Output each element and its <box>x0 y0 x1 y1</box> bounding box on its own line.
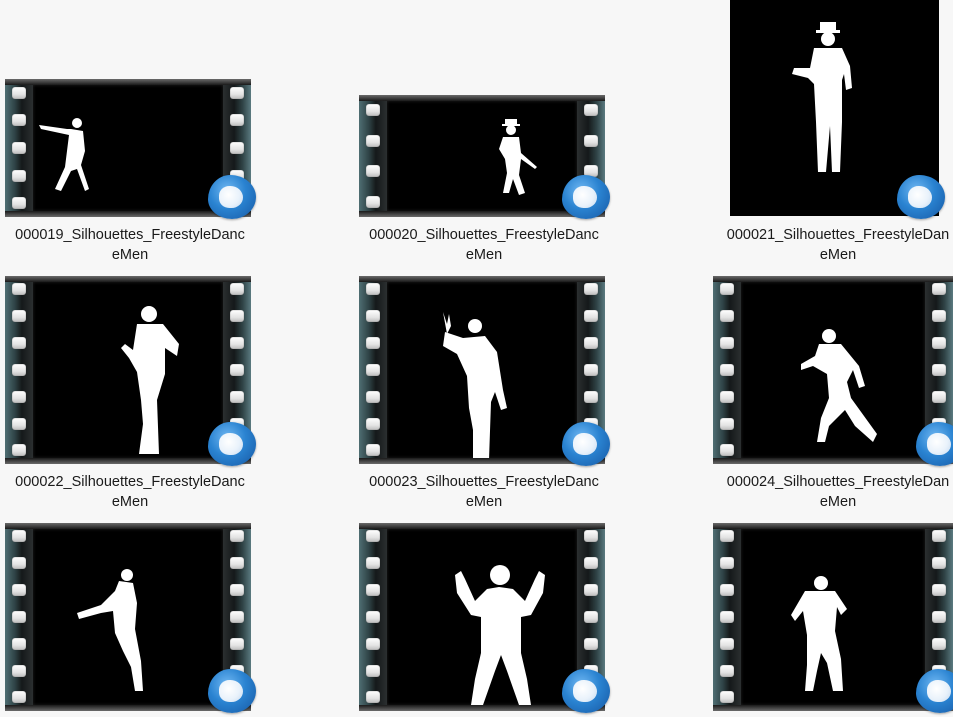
dancer-silhouette <box>799 326 889 448</box>
dancer-silhouette <box>75 567 155 697</box>
video-player-badge-icon <box>562 669 610 713</box>
dancer-silhouette <box>451 559 549 709</box>
dancer-silhouette <box>437 312 517 462</box>
file-item[interactable]: 000023_Silhouettes_FreestyleDanc eMen <box>357 276 611 516</box>
video-player-badge-icon <box>897 175 945 219</box>
video-player-badge-icon <box>916 669 953 713</box>
file-item[interactable] <box>711 523 953 717</box>
file-name: 000023_Silhouettes_FreestyleDanc eMen <box>369 474 599 510</box>
video-player-badge-icon <box>562 175 610 219</box>
file-item[interactable]: 000021_Silhouettes_FreestyleDan eMen <box>711 0 953 265</box>
dancer-silhouette <box>789 575 851 695</box>
file-name: 000020_Silhouettes_FreestyleDanc eMen <box>369 227 599 263</box>
file-item[interactable]: 000024_Silhouettes_FreestyleDan eMen <box>711 276 953 516</box>
file-item[interactable]: 000022_Silhouettes_FreestyleDanc eMen <box>3 276 257 516</box>
video-player-badge-icon <box>562 422 610 466</box>
file-item[interactable]: 000020_Silhouettes_FreestyleDanc eMen <box>357 0 611 265</box>
video-player-badge-icon <box>208 669 256 713</box>
file-name: 000021_Silhouettes_FreestyleDan eMen <box>726 227 950 263</box>
file-item[interactable] <box>3 523 257 717</box>
dancer-silhouette <box>491 119 551 199</box>
dancer-silhouette <box>37 115 97 195</box>
file-name: 000019_Silhouettes_FreestyleDanc eMen <box>15 227 245 263</box>
file-name: 000022_Silhouettes_FreestyleDanc eMen <box>15 474 245 510</box>
video-player-badge-icon <box>916 422 953 466</box>
video-player-badge-icon <box>208 422 256 466</box>
file-item[interactable] <box>357 523 611 717</box>
video-player-badge-icon <box>208 175 256 219</box>
file-item[interactable]: 000019_Silhouettes_FreestyleDanc eMen <box>3 0 257 265</box>
dancer-silhouette <box>119 304 189 456</box>
dancer-silhouette <box>790 22 870 177</box>
file-name: 000024_Silhouettes_FreestyleDan eMen <box>726 474 950 510</box>
